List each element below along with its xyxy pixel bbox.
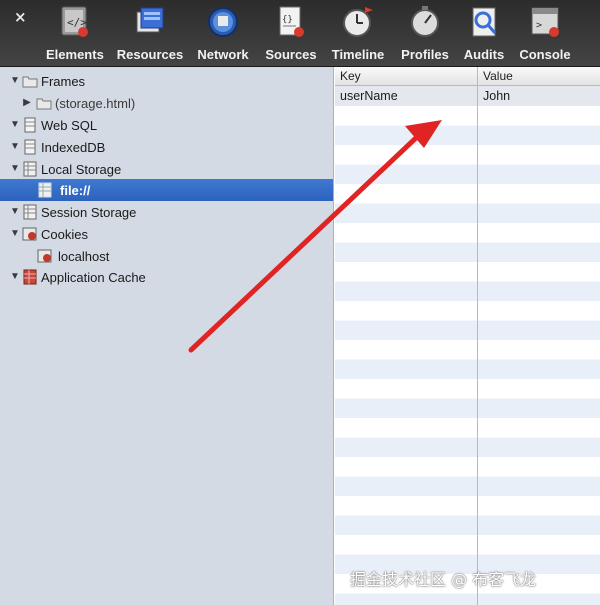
sidebar-item-label: Session Storage bbox=[41, 204, 137, 220]
resources-icon bbox=[136, 7, 164, 33]
sidebar-item-cookies[interactable]: ▼ Cookies bbox=[0, 223, 333, 245]
app-cache-icon bbox=[23, 269, 37, 285]
sources-icon: {} bbox=[279, 6, 304, 37]
sidebar-item-label: Cookies bbox=[41, 226, 88, 242]
tab-elements-label: Elements bbox=[46, 47, 104, 62]
expand-triangle-icon[interactable]: ▼ bbox=[9, 75, 21, 87]
tab-profiles[interactable]: Profiles bbox=[398, 4, 452, 62]
table-row[interactable]: userName John bbox=[335, 86, 600, 106]
folder-icon bbox=[22, 76, 38, 88]
close-icon[interactable]: × bbox=[14, 8, 27, 26]
sidebar-item-label: localhost bbox=[58, 248, 110, 264]
svg-text:</>: </> bbox=[67, 16, 87, 29]
database-icon bbox=[24, 139, 36, 155]
collapse-triangle-icon[interactable]: ▶ bbox=[21, 97, 33, 109]
elements-icon: </> bbox=[61, 6, 88, 37]
tab-timeline-label: Timeline bbox=[331, 47, 385, 62]
column-header-key[interactable]: Key bbox=[340, 69, 361, 83]
sidebar-item-label: Frames bbox=[41, 73, 86, 89]
cell-value[interactable]: John bbox=[483, 89, 510, 103]
tab-audits-label: Audits bbox=[463, 47, 505, 62]
sidebar-item-session-storage[interactable]: ▼ Session Storage bbox=[0, 201, 333, 223]
tab-timeline[interactable]: Timeline bbox=[328, 4, 388, 62]
sidebar-item-web-sql[interactable]: ▼ Web SQL bbox=[0, 114, 333, 136]
tab-profiles-label: Profiles bbox=[401, 47, 449, 62]
sidebar-item-label: IndexedDB bbox=[41, 139, 106, 155]
expand-triangle-icon[interactable]: ▼ bbox=[9, 271, 21, 283]
tab-resources[interactable]: Resources bbox=[116, 4, 184, 62]
tab-sources[interactable]: {} Sources bbox=[263, 4, 319, 62]
expand-triangle-icon[interactable]: ▼ bbox=[9, 206, 21, 218]
grid-header: Key Value bbox=[335, 67, 600, 86]
tab-resources-label: Resources bbox=[116, 47, 184, 62]
column-divider[interactable] bbox=[477, 67, 478, 605]
storage-grid-icon bbox=[38, 182, 52, 198]
console-icon: > bbox=[531, 7, 559, 37]
sidebar-item-local-storage[interactable]: ▼ Local Storage bbox=[0, 158, 333, 180]
tab-console[interactable]: > Console bbox=[516, 4, 574, 62]
timeline-icon bbox=[343, 7, 373, 37]
folder-icon bbox=[36, 98, 52, 110]
sidebar-item-label: file:// bbox=[60, 182, 91, 198]
sidebar-item-label: (storage.html) bbox=[55, 95, 136, 111]
profiles-icon bbox=[411, 6, 439, 37]
watermark: 掘金技术社区 @ 布客飞龙 bbox=[350, 570, 537, 589]
storage-grid-icon bbox=[23, 204, 37, 220]
sidebar-item-localhost[interactable]: localhost bbox=[0, 245, 333, 267]
sidebar-item-label: Application Cache bbox=[41, 269, 146, 285]
column-header-value[interactable]: Value bbox=[483, 69, 513, 83]
sidebar-item-label: Local Storage bbox=[41, 161, 122, 177]
devtools-toolbar: × </> Elements Resources Network {} Sour… bbox=[0, 0, 600, 67]
sidebar-item-label: Web SQL bbox=[41, 117, 98, 133]
expand-triangle-icon[interactable]: ▼ bbox=[9, 119, 21, 131]
sidebar-item-storage-html[interactable]: ▶ (storage.html) bbox=[0, 92, 333, 114]
storage-data-grid: Key Value userName John bbox=[335, 67, 600, 605]
sidebar-item-indexeddb[interactable]: ▼ IndexedDB bbox=[0, 136, 333, 158]
audits-icon bbox=[472, 7, 497, 37]
cookie-icon bbox=[22, 227, 37, 241]
tab-elements[interactable]: </> Elements bbox=[46, 4, 104, 62]
sidebar-item-frames[interactable]: ▼ Frames bbox=[0, 70, 333, 92]
svg-text:{}: {} bbox=[282, 15, 293, 25]
expand-triangle-icon[interactable]: ▼ bbox=[9, 141, 21, 153]
database-icon bbox=[24, 117, 36, 133]
svg-text:>: > bbox=[536, 20, 542, 31]
tab-audits[interactable]: Audits bbox=[460, 4, 508, 62]
tab-sources-label: Sources bbox=[265, 47, 317, 62]
sidebar-item-application-cache[interactable]: ▼ Application Cache bbox=[0, 266, 333, 288]
expand-triangle-icon[interactable]: ▼ bbox=[9, 228, 21, 240]
network-icon bbox=[208, 7, 238, 37]
resources-sidebar: ▼ Frames ▶ (storage.html) ▼ Web SQL ▼ In… bbox=[0, 67, 334, 605]
tab-console-label: Console bbox=[519, 47, 571, 62]
tab-network[interactable]: Network bbox=[195, 4, 251, 62]
sidebar-item-file[interactable]: file:// bbox=[0, 179, 333, 201]
storage-grid-icon bbox=[23, 161, 37, 177]
expand-triangle-icon[interactable]: ▼ bbox=[9, 163, 21, 175]
tab-network-label: Network bbox=[197, 47, 249, 62]
cookie-icon bbox=[37, 249, 52, 263]
cell-key[interactable]: userName bbox=[340, 89, 398, 103]
